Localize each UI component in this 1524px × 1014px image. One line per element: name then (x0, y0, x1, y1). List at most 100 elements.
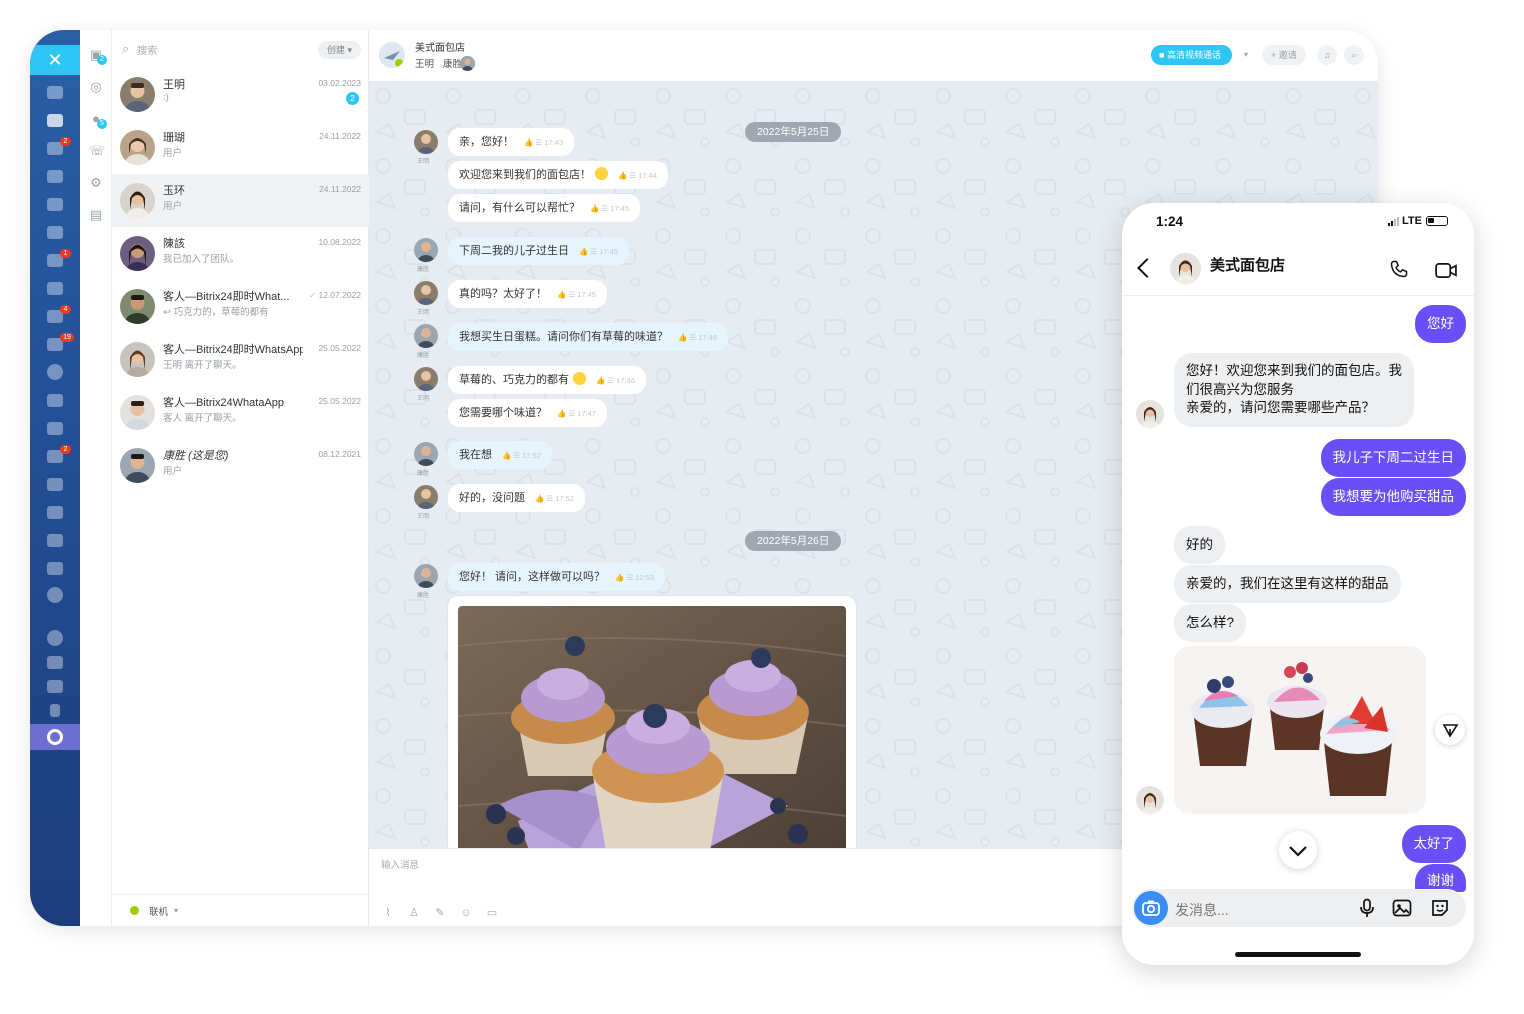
message-input-placeholder[interactable]: 发消息... (1175, 900, 1229, 920)
cupcakes-photo (1174, 646, 1426, 814)
message-bubble[interactable]: 好的，没问题 👍 ☰ 17:52 (448, 484, 586, 512)
check-icon[interactable] (47, 587, 63, 603)
camera-button[interactable] (1134, 891, 1168, 925)
profile-button[interactable] (30, 724, 80, 750)
notes-icon[interactable]: ▤ (89, 208, 103, 222)
incoming-message[interactable]: 您好！欢迎您来到我们的面包店。我 们很高兴为您服务 亲爱的，请问您需要哪些产品？ (1174, 353, 1414, 427)
chat-avatar[interactable] (379, 42, 405, 68)
chat-item[interactable]: 客人—Bitrix24即时What... ↩ 巧克力的，草莓的都有 ✓ 12.0… (112, 280, 369, 333)
groups-icon[interactable] (47, 282, 63, 295)
sticker-icon[interactable] (1430, 898, 1450, 918)
chat-name: 康胜 (这是您) (163, 450, 229, 462)
message-bubble[interactable]: 我想买生日蛋糕。请问你们有草莓的味道？ 👍 ☰ 17:46 (448, 323, 729, 351)
video-options-chevron-icon[interactable]: ▾ (1244, 50, 1248, 59)
outgoing-message[interactable]: 您好 (1415, 305, 1466, 343)
settings-icon[interactable] (47, 680, 63, 693)
chat-icon[interactable] (47, 114, 63, 127)
message-bubble[interactable]: 欢迎您来到我们的面包店！ 👍 ☰ 17:44 (448, 161, 669, 189)
screen-icon[interactable]: ▭ (485, 906, 499, 920)
incoming-message[interactable]: 亲爱的，我们在这里有这样的甜品 (1174, 565, 1401, 603)
box-icon[interactable] (47, 478, 63, 491)
chat-item[interactable]: 珊瑚 用户 24.11.2022 (112, 121, 369, 174)
message-author: 王明 (417, 310, 430, 316)
invite-button[interactable]: + 邀请 (1262, 45, 1306, 65)
phone-message-input-bar[interactable]: 发消息... (1132, 889, 1466, 927)
message-bubble[interactable]: 下周二我的儿子过生日 👍 ☰ 17:45 (448, 237, 630, 265)
paperclip-icon[interactable]: ⌇ (381, 906, 395, 920)
message-bubble[interactable]: 请问，有什么可以帮忙？ 👍 ☰ 17:45 (448, 194, 641, 222)
chat-name: 客人—Bitrix24即时What... (163, 291, 290, 303)
search-bar[interactable]: ⌕ 搜索 创建 ▾ (112, 30, 369, 68)
emoji-icon[interactable]: ☺ (459, 906, 473, 920)
avatar (120, 236, 155, 271)
person-icon[interactable]: ♙ (407, 906, 421, 920)
chevron-down-icon: ▾ (174, 906, 179, 915)
message-author: 康胜 (417, 267, 430, 273)
target-icon[interactable] (47, 364, 63, 380)
contacts-icon[interactable] (47, 422, 63, 435)
message-avatar (414, 564, 438, 588)
message-bubble[interactable]: 您好！ 请问，这样做可以吗？ 👍 ☰ 12:53 (448, 563, 666, 591)
openlines-icon[interactable]: ◎ (89, 80, 103, 94)
smile-emoji-icon (573, 372, 586, 385)
chat-item[interactable]: 王明 :) 03.02.2023 2 (112, 68, 369, 121)
tool-column: ▣ 2 ◎ ● 5 ☏ ⚙ ▤ (80, 30, 112, 926)
gear-icon[interactable]: ⚙ (89, 176, 103, 190)
outgoing-message[interactable]: 太好了 (1401, 825, 1466, 863)
phone-call-icon[interactable] (1389, 259, 1409, 279)
back-arrow-icon[interactable] (1137, 258, 1157, 278)
message-bubble[interactable]: 草莓的、巧克力的都有 👍 ☰ 17:46 (448, 366, 647, 394)
share-button[interactable] (1435, 715, 1465, 745)
search-chat-icon[interactable]: ⌕ (1344, 45, 1364, 65)
outgoing-message[interactable]: 我儿子下周二过生日 (1320, 439, 1466, 477)
plus-icon[interactable] (50, 704, 60, 717)
camera-icon (1142, 900, 1160, 916)
video-call-icon[interactable] (1435, 262, 1458, 279)
document-icon[interactable] (47, 198, 63, 211)
message-bubble[interactable]: 真的吗？太好了！ 👍 ☰ 17:45 (448, 280, 608, 308)
image-message[interactable] (1174, 646, 1426, 814)
incoming-message[interactable]: 好的 (1174, 526, 1225, 564)
outgoing-message[interactable]: 谢谢 (1415, 864, 1466, 892)
sign-icon[interactable] (47, 562, 63, 575)
chat-preview: 用户 (163, 201, 183, 212)
bell-icon[interactable]: ♫ (1317, 45, 1337, 65)
message-bubble[interactable]: 我在想 👍 ☰ 17:52 (448, 441, 553, 469)
drive-icon[interactable] (47, 226, 63, 239)
calendar-icon[interactable] (47, 170, 63, 183)
code-icon[interactable] (47, 506, 63, 519)
image-attachment[interactable] (448, 596, 856, 848)
edit-icon[interactable]: ✎ (433, 906, 447, 920)
network-icon[interactable] (47, 656, 63, 669)
close-button[interactable]: ✕ (30, 45, 80, 75)
contact-name[interactable]: 美式面包店 (1210, 254, 1285, 275)
message-bubble[interactable]: 亲，您好！ 👍 ☰ 17:43 (448, 128, 575, 156)
help-icon[interactable] (47, 630, 63, 646)
status-selector[interactable]: 联机 ▾ (112, 894, 369, 926)
chat-members[interactable]: 王明 康胜 (415, 55, 475, 71)
microphone-icon[interactable] (1357, 898, 1377, 918)
activity-icon[interactable] (47, 86, 63, 99)
message-author: 王明 (417, 159, 430, 165)
chat-item[interactable]: 陳該 我已加入了团队。 10.08.2022 (112, 227, 369, 280)
chat-item[interactable]: 客人—Bitrix24即时WhatsApp 王明 离开了聊天。 25.05.20… (112, 333, 369, 386)
contact-avatar[interactable] (1170, 253, 1201, 284)
scroll-down-button[interactable] (1279, 831, 1317, 869)
outgoing-message[interactable]: 我想要为他购买甜品 (1320, 478, 1466, 516)
hd-video-call-button[interactable]: ■ 高清视频通话 (1151, 45, 1232, 65)
message-input[interactable]: 输入消息 (381, 857, 419, 871)
incoming-message[interactable]: 怎么样? (1174, 604, 1247, 642)
home-indicator (1235, 952, 1361, 957)
chat-item[interactable]: 康胜 (这是您) 用户 08.12.2021 (112, 439, 369, 492)
chat-title[interactable]: 美式面包店 (415, 39, 465, 54)
create-button[interactable]: 创建 ▾ (317, 41, 361, 59)
phone-icon[interactable]: ☏ (89, 144, 105, 158)
building-icon[interactable] (47, 534, 63, 547)
chat-name: 玉环 (163, 185, 185, 197)
chat-item[interactable]: 玉环 用户 24.11.2022 (112, 174, 369, 227)
cart-icon[interactable] (47, 394, 63, 407)
message-bubble[interactable]: 您需要哪个味道？ 👍 ☰ 17:47 (448, 399, 608, 427)
date-separator: 2022年5月25日 (745, 122, 842, 142)
chat-item[interactable]: 客人—Bitrix24WhataApp 客人 离开了聊天。 25.05.2022 (112, 386, 369, 439)
gallery-icon[interactable] (1392, 898, 1412, 918)
